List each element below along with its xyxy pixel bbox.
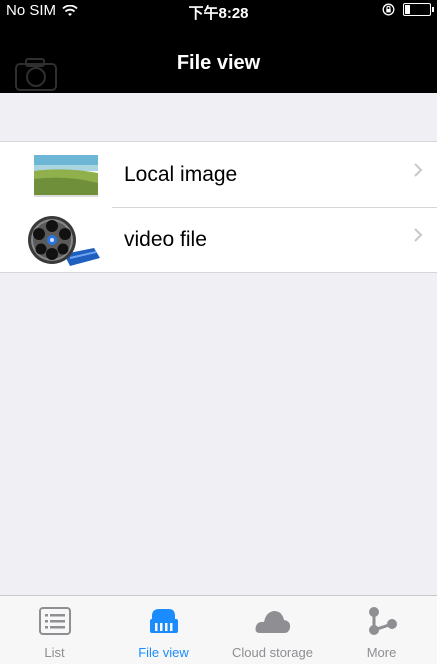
status-right	[382, 3, 434, 16]
battery-icon	[403, 3, 434, 16]
tab-label: File view	[138, 645, 189, 660]
list-item-label: video file	[124, 227, 207, 251]
tab-label: Cloud storage	[232, 645, 313, 660]
landscape-thumbnail-icon	[34, 155, 98, 197]
list-item-label: Local image	[124, 162, 238, 186]
more-share-icon	[368, 607, 397, 635]
list-item-local-image[interactable]: Local image	[0, 142, 437, 207]
tab-more[interactable]: More	[327, 596, 436, 664]
folder-file-icon	[149, 609, 178, 633]
list-icon	[38, 607, 71, 635]
tab-list[interactable]: List	[0, 596, 109, 664]
navigation-bar: File view	[0, 20, 437, 93]
tab-cloud-storage[interactable]: Cloud storage	[218, 596, 327, 664]
tab-file-view[interactable]: File view	[109, 596, 218, 664]
chevron-right-icon	[414, 228, 423, 242]
film-reel-icon	[28, 216, 100, 266]
cloud-icon	[255, 611, 290, 633]
orientation-lock-icon	[382, 3, 395, 16]
tab-label: List	[44, 645, 65, 660]
list-item-video-file[interactable]: video file	[0, 207, 437, 272]
chevron-right-icon	[414, 163, 423, 177]
file-type-list: Local image video file	[0, 141, 437, 273]
status-bar: No SIM 下午8:28	[0, 0, 437, 22]
tab-label: More	[366, 645, 397, 660]
tab-bar: List File view Cloud storage More	[0, 595, 437, 664]
page-title: File view	[176, 52, 261, 74]
